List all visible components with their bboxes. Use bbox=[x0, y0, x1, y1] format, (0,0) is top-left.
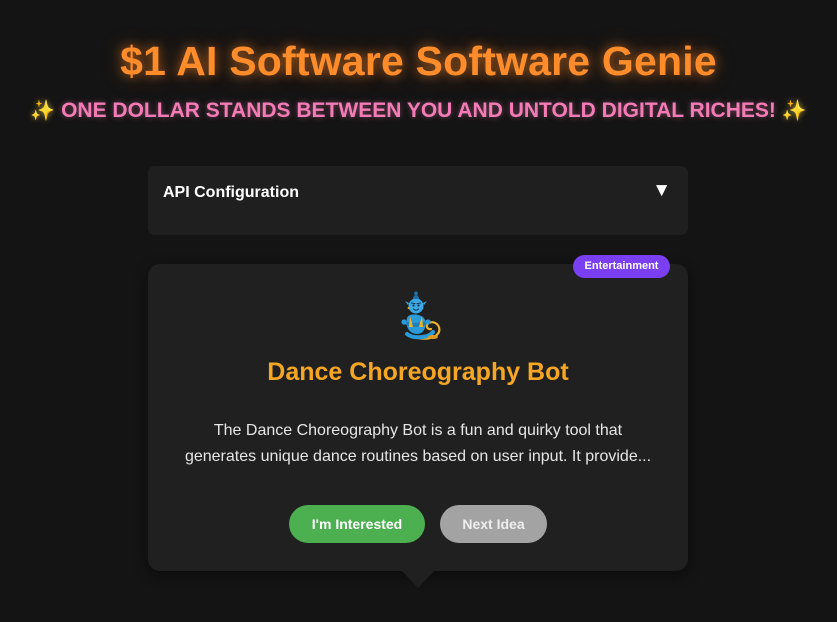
sparkle-icon-right: ✨ bbox=[781, 100, 807, 122]
genie-icon bbox=[393, 290, 443, 342]
interested-button[interactable]: I'm Interested bbox=[289, 505, 425, 543]
page-subtitle: ✨ ONE DOLLAR STANDS BETWEEN YOU AND UNTO… bbox=[0, 98, 837, 123]
page-title: $1 AI Software Software Genie bbox=[120, 38, 717, 84]
api-configuration-label: API Configuration bbox=[163, 184, 299, 201]
sparkle-icon-left: ✨ bbox=[30, 100, 56, 122]
chevron-down-icon[interactable]: ▼ bbox=[652, 180, 671, 202]
idea-title: Dance Choreography Bot bbox=[267, 358, 569, 386]
category-badge: Entertainment bbox=[573, 255, 670, 278]
next-idea-button[interactable]: Next Idea bbox=[440, 505, 547, 543]
card-pointer bbox=[401, 570, 435, 588]
page: $1 AI Software Software Genie ✨ ONE DOLL… bbox=[0, 0, 837, 622]
api-configuration-toggle[interactable]: API Configuration ▼ bbox=[148, 166, 688, 235]
subtitle-text: ONE DOLLAR STANDS BETWEEN YOU AND UNTOLD… bbox=[61, 99, 776, 122]
genie-icon-graphic bbox=[401, 291, 441, 340]
idea-description: The Dance Choreography Bot is a fun and … bbox=[184, 422, 652, 465]
